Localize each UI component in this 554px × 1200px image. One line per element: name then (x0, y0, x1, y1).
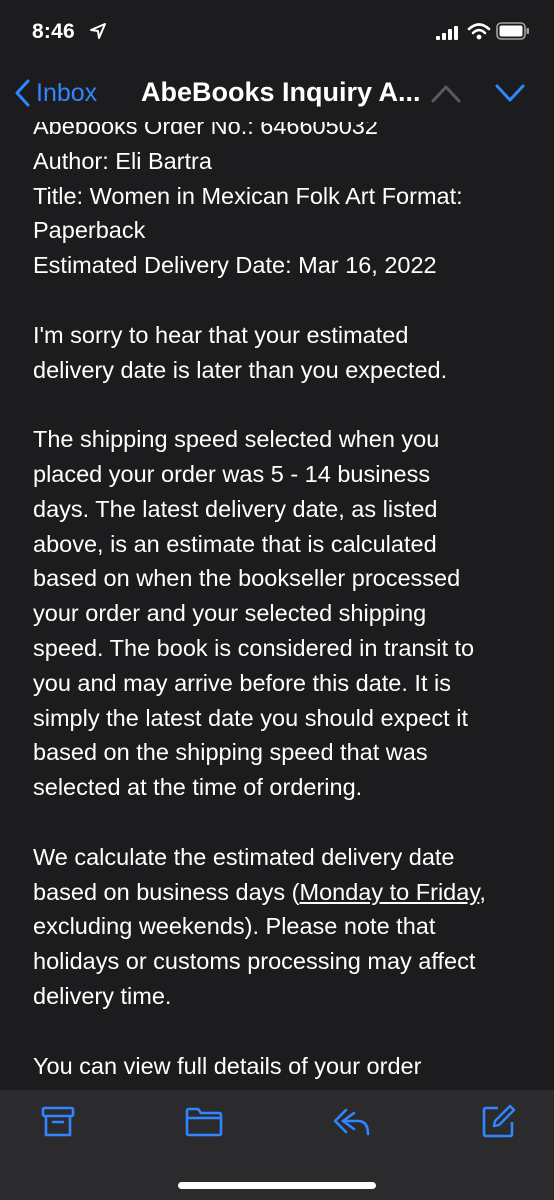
status-time: 8:46 (32, 20, 75, 43)
paragraph-line: days. The latest delivery date, as liste… (33, 495, 438, 522)
text-span: based on business days ( (33, 878, 300, 905)
paragraph-line: speed. The book is considered in transit… (33, 634, 475, 661)
email-body[interactable]: Abebooks Order No.: 646605032 Author: El… (0, 122, 554, 1090)
paragraph-line: you and may arrive before this date. It … (33, 669, 451, 696)
compose-icon[interactable] (480, 1104, 516, 1140)
title-line: Title: Women in Mexican Folk Art Format: (33, 182, 463, 209)
back-to-inbox-button[interactable]: Inbox (14, 76, 97, 110)
next-message-icon[interactable] (494, 82, 526, 104)
folder-icon[interactable] (184, 1104, 224, 1140)
chevron-left-icon (15, 79, 30, 107)
paragraph-line: above, is an estimate that is calculated (33, 530, 437, 557)
paragraph-line: I'm sorry to hear that your estimated (33, 321, 409, 348)
signal-icon (436, 26, 458, 40)
order-number-line: Abebooks Order No.: 646605032 (33, 122, 378, 139)
location-arrow-icon (90, 23, 106, 39)
reply-icon[interactable] (332, 1104, 372, 1140)
paragraph-line: placed your order was 5 - 14 business (33, 460, 431, 487)
paragraph-line: You can view full details of your order (33, 1052, 422, 1079)
paragraph-line: holidays or customs processing may affec… (33, 948, 476, 975)
email-subject-title: AbeBooks Inquiry A... (141, 77, 421, 107)
delivery-date-line: Estimated Delivery Date: Mar 16, 2022 (33, 252, 437, 279)
wifi-icon (467, 23, 491, 40)
nav-bar: Inbox AbeBooks Inquiry A... (0, 62, 554, 122)
paragraph-line: The shipping speed selected when you (33, 426, 440, 453)
paragraph-line: based on business days (Monday to Friday… (33, 875, 533, 910)
paragraph-line: your order and your selected shipping (33, 600, 427, 627)
status-bar: 8:46 (0, 0, 554, 62)
paragraph-line: simply the latest date you should expect… (33, 704, 468, 731)
battery-icon (496, 22, 529, 40)
text-span: , (479, 878, 486, 905)
paragraph-line: based on the shipping speed that was (33, 739, 428, 766)
title-line-continued: Paperback (33, 217, 146, 244)
date-link[interactable]: Monday to Friday (300, 879, 480, 905)
author-line: Author: Eli Bartra (33, 147, 212, 174)
paragraph-line: We calculate the estimated delivery date (33, 843, 455, 870)
paragraph-line: delivery time. (33, 982, 172, 1009)
paragraph-line: based on when the bookseller processed (33, 565, 461, 592)
paragraph-line: delivery date is later than you expected… (33, 356, 448, 383)
back-label: Inbox (36, 78, 98, 107)
paragraph-line: excluding weekends). Please note that (33, 913, 436, 940)
previous-message-icon[interactable] (430, 82, 462, 104)
paragraph-line: selected at the time of ordering. (33, 774, 363, 801)
archive-icon[interactable] (40, 1104, 76, 1140)
home-indicator[interactable] (178, 1182, 376, 1189)
